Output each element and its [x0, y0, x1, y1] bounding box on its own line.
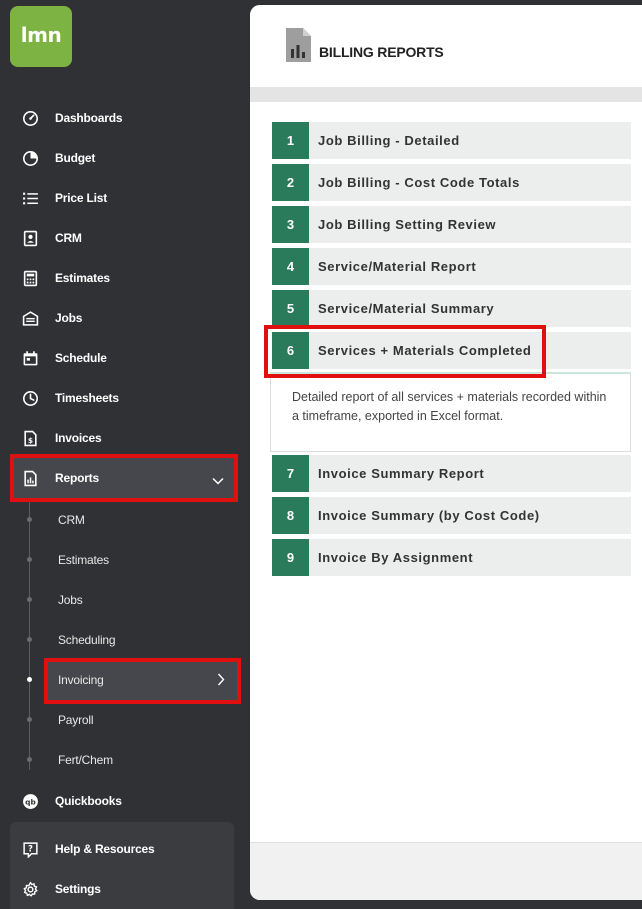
reports-submenu-invoicing-label: Invoicing [58, 673, 104, 687]
report-label: Invoice Summary Report [318, 466, 485, 481]
report-description-panel: Detailed report of all services + materi… [270, 372, 631, 452]
report-number: 6 [272, 332, 309, 369]
report-document-icon [22, 470, 39, 487]
submenu-dot [27, 717, 32, 722]
sidebar-item-timesheets[interactable]: Timesheets [0, 378, 250, 418]
calendar-icon [22, 350, 39, 367]
submenu-dot [27, 757, 32, 762]
clock-icon [22, 390, 39, 407]
chevron-down-icon[interactable] [212, 472, 224, 490]
report-row[interactable]: 1 Job Billing - Detailed [272, 122, 631, 159]
report-row-expanded[interactable]: 6 Services + Materials Completed [272, 332, 631, 369]
report-row[interactable]: 5 Service/Material Summary [272, 290, 631, 327]
sidebar-item-estimates[interactable]: Estimates [0, 258, 250, 298]
sidebar: lmn Dashboards Budget Price List CRM Est… [0, 0, 250, 909]
sidebar-item-label: Reports [55, 471, 99, 485]
sidebar-item-dashboards[interactable]: Dashboards [0, 98, 250, 138]
sidebar-item-label: Timesheets [55, 391, 119, 405]
submenu-dot [27, 557, 32, 562]
gear-icon [22, 881, 39, 898]
submenu-tree-line [29, 500, 30, 770]
report-label: Job Billing Setting Review [318, 217, 497, 232]
sidebar-item-label: Invoices [55, 431, 102, 445]
help-icon: ? [22, 841, 39, 858]
sidebar-item-reports[interactable]: Reports [10, 458, 236, 498]
sidebar-item-label: Jobs [55, 311, 83, 325]
report-label: Job Billing - Detailed [318, 133, 460, 148]
report-label: Invoice Summary (by Cost Code) [318, 508, 540, 523]
report-number: 8 [272, 497, 309, 534]
report-label: Service/Material Report [318, 259, 477, 274]
sidebar-item-crm[interactable]: CRM [0, 218, 250, 258]
submenu-dot [27, 597, 32, 602]
report-label: Job Billing - Cost Code Totals [318, 175, 520, 190]
pie-chart-icon [22, 150, 39, 167]
report-number: 1 [272, 122, 309, 159]
reports-list: 1 Job Billing - Detailed 2 Job Billing -… [250, 102, 642, 842]
report-number: 7 [272, 455, 309, 492]
sidebar-item-schedule[interactable]: Schedule [0, 338, 250, 378]
quickbooks-icon: qb [22, 793, 39, 810]
report-label: Services + Materials Completed [318, 343, 532, 358]
sidebar-item-invoices[interactable]: $ Invoices [0, 418, 250, 458]
sidebar-item-label: Dashboards [55, 111, 123, 125]
dashboard-gauge-icon [22, 110, 39, 127]
sidebar-item-settings[interactable]: Settings [0, 869, 250, 909]
sidebar-item-label: Help & Resources [55, 842, 155, 856]
report-file-icon [284, 27, 312, 68]
sidebar-item-label: Settings [55, 882, 101, 896]
reports-submenu-fert-chem[interactable]: Fert/Chem [58, 753, 113, 767]
svg-text:$: $ [28, 435, 33, 444]
report-row[interactable]: 4 Service/Material Report [272, 248, 631, 285]
report-label: Invoice By Assignment [318, 550, 474, 565]
report-row[interactable]: 3 Job Billing Setting Review [272, 206, 631, 243]
sidebar-item-label: Quickbooks [55, 794, 122, 808]
report-number: 2 [272, 164, 309, 201]
report-description: Detailed report of all services + materi… [292, 390, 607, 423]
sidebar-item-help[interactable]: ? Help & Resources [0, 829, 250, 869]
reports-submenu-scheduling[interactable]: Scheduling [58, 633, 116, 647]
report-number: 5 [272, 290, 309, 327]
report-row[interactable]: 7 Invoice Summary Report [272, 455, 631, 492]
page-header: BILLING REPORTS [250, 5, 642, 87]
chevron-right-icon [217, 673, 225, 689]
report-row[interactable]: 9 Invoice By Assignment [272, 539, 631, 576]
reports-submenu-invoicing[interactable]: Invoicing [47, 660, 239, 700]
submenu-dot [27, 637, 32, 642]
sidebar-item-label: Budget [55, 151, 96, 165]
sidebar-item-label: Price List [55, 191, 108, 205]
report-number: 4 [272, 248, 309, 285]
reports-submenu-estimates[interactable]: Estimates [58, 553, 109, 567]
invoice-document-icon: $ [22, 430, 39, 447]
sidebar-item-label: Schedule [55, 351, 107, 365]
page-footer [250, 842, 642, 900]
reports-submenu-payroll[interactable]: Payroll [58, 713, 93, 727]
svg-text:?: ? [28, 844, 33, 854]
sidebar-item-quickbooks[interactable]: qb Quickbooks [0, 781, 250, 821]
report-label: Service/Material Summary [318, 301, 495, 316]
submenu-dot [27, 517, 32, 522]
page-title: BILLING REPORTS [319, 44, 444, 60]
subheader-bar [250, 87, 642, 102]
sidebar-item-jobs[interactable]: Jobs [0, 298, 250, 338]
logo-text: lmn [20, 23, 62, 47]
jobs-garage-icon [22, 310, 39, 327]
reports-submenu-jobs[interactable]: Jobs [58, 593, 83, 607]
sidebar-item-label: Estimates [55, 271, 110, 285]
report-number: 3 [272, 206, 309, 243]
submenu-dot-current [27, 677, 32, 682]
main-panel: BILLING REPORTS 1 Job Billing - Detailed… [250, 5, 642, 900]
report-row[interactable]: 2 Job Billing - Cost Code Totals [272, 164, 631, 201]
svg-text:qb: qb [25, 797, 36, 806]
calculator-icon [22, 270, 39, 287]
reports-submenu-crm[interactable]: CRM [58, 513, 85, 527]
contact-card-icon [22, 230, 39, 247]
list-icon [22, 190, 39, 207]
report-number: 9 [272, 539, 309, 576]
sidebar-item-budget[interactable]: Budget [0, 138, 250, 178]
sidebar-item-price-list[interactable]: Price List [0, 178, 250, 218]
report-row[interactable]: 8 Invoice Summary (by Cost Code) [272, 497, 631, 534]
lmn-logo[interactable]: lmn [10, 6, 72, 67]
sidebar-item-label: CRM [55, 231, 82, 245]
